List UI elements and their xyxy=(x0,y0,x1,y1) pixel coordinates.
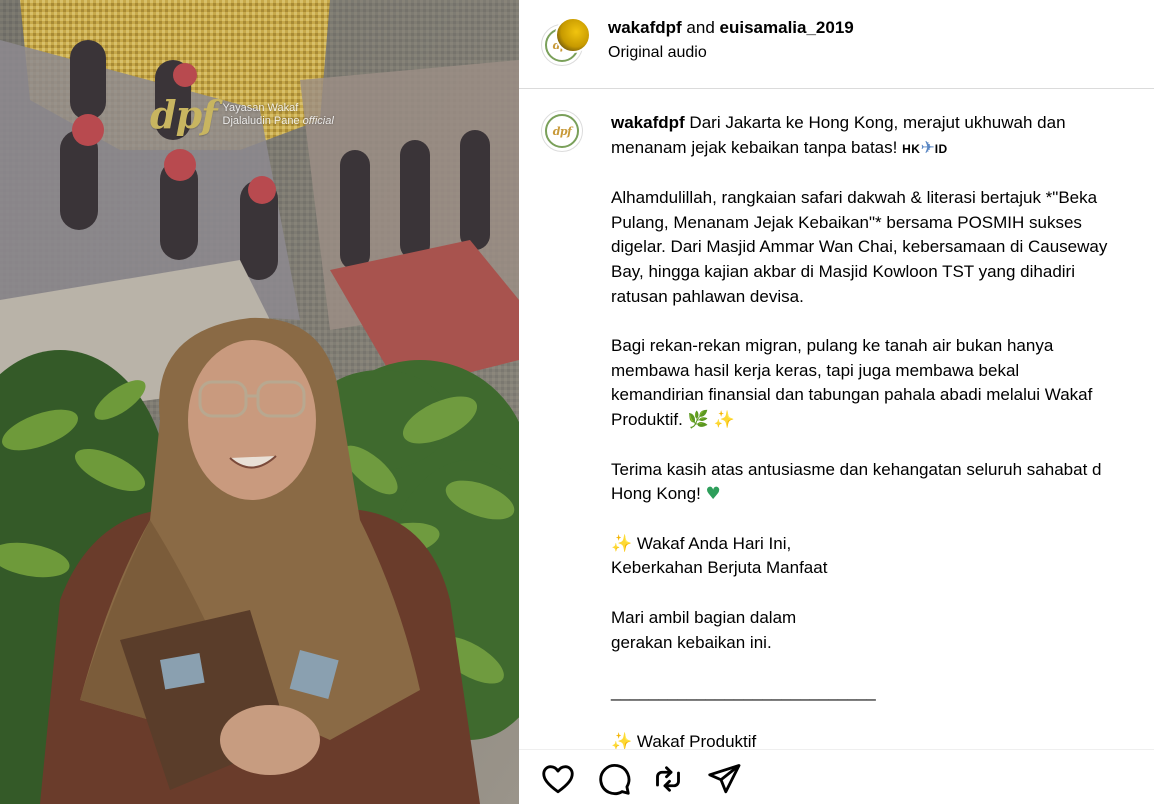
like-button[interactable] xyxy=(540,761,576,797)
caption-line: ratusan pahlawan devisa. xyxy=(611,286,804,306)
original-audio-link[interactable]: Original audio xyxy=(608,43,707,63)
caption-paragraph-3: Bagi rekan-rekan migran, pulang ke tanah… xyxy=(611,334,1154,432)
post-header: dpf wakafdpf and euisamalia_2019 Origina… xyxy=(519,0,1154,89)
sparkles-icon: ✨ xyxy=(611,731,633,749)
caption-paragraph-2: Alhamdulillah, rangkaian safari dakwah &… xyxy=(611,186,1154,309)
caption-line: Wakaf Produktif xyxy=(636,731,757,749)
caption-line: Pulang, Menanam Jejak Kebaikan"* bersama… xyxy=(611,212,1082,232)
avatar-logo: dpf xyxy=(552,124,572,138)
collaborator-avatar[interactable] xyxy=(555,17,591,53)
post-authors: wakafdpf and euisamalia_2019 xyxy=(608,17,854,39)
caption-text: wakafdpf Dari Jakarta ke Hong Kong, mera… xyxy=(611,111,1154,749)
repost-icon xyxy=(656,766,680,792)
caption-line: Wakaf Anda Hari Ini, xyxy=(636,533,792,553)
caption-paragraph-5: ✨ Wakaf Anda Hari Ini, Keberkahan Berjut… xyxy=(611,532,1154,581)
caption-divider: ____________________________ xyxy=(611,680,1154,705)
flag-id: ID xyxy=(934,141,948,156)
share-icon xyxy=(708,764,741,794)
heart-icon xyxy=(542,765,574,794)
caption-line: Alhamdulillah, rangkaian safari dakwah &… xyxy=(611,188,1098,208)
authors-conjunction: and xyxy=(686,18,715,37)
comment-button[interactable] xyxy=(596,761,632,797)
flag-hk: HK xyxy=(902,141,921,156)
caption-paragraph-4: Terima kasih atas antusiasme dan kehanga… xyxy=(611,458,1154,507)
caption-line: Hong Kong! xyxy=(611,484,701,504)
video-watermark: dpf Yayasan Wakaf Djalaludin Pane offici… xyxy=(150,96,334,134)
caption-line: kemandirian finansial dan tabungan pahal… xyxy=(611,385,1093,405)
post-panel: dpf wakafdpf and euisamalia_2019 Origina… xyxy=(519,0,1154,805)
share-button[interactable] xyxy=(706,761,742,797)
watermark-logo: dpf xyxy=(150,92,217,137)
post-actions xyxy=(519,749,1154,805)
caption-line: Keberkahan Berjuta Manfaat xyxy=(611,558,828,578)
author-username[interactable]: wakafdpf xyxy=(608,18,682,37)
caption-line: Bagi rekan-rekan migran, pulang ke tanah… xyxy=(611,336,1054,356)
caption-author-avatar[interactable]: dpf xyxy=(541,110,585,154)
caption-intro-line1: Dari Jakarta ke Hong Kong, merajut ukhuw… xyxy=(689,113,1066,132)
caption-paragraph-7: ✨ Wakaf Produktif xyxy=(611,730,1154,749)
caption-line: digelar. Dari Masjid Ammar Wan Chai, keb… xyxy=(611,237,1108,257)
comment-icon xyxy=(599,764,631,795)
watermark-line-2: Djalaludin Pane official xyxy=(222,115,334,127)
caption-intro: wakafdpf Dari Jakarta ke Hong Kong, mera… xyxy=(611,111,1154,161)
post-video[interactable]: dpf Yayasan Wakaf Djalaludin Pane offici… xyxy=(0,0,519,804)
divider-line: ____________________________ xyxy=(611,682,876,702)
sparkles-icon: ✨ xyxy=(713,409,735,430)
caption-paragraph-6: Mari ambil bagian dalam gerakan kebaikan… xyxy=(611,606,1154,655)
green-heart-icon: ♥ xyxy=(705,484,721,505)
repost-button[interactable] xyxy=(650,761,686,797)
caption-area[interactable]: dpf wakafdpf Dari Jakarta ke Hong Kong, … xyxy=(519,89,1154,749)
watermark-line-1: Yayasan Wakaf xyxy=(222,102,299,114)
herb-icon: 🌿 xyxy=(687,409,709,430)
caption-line: gerakan kebaikan ini. xyxy=(611,632,772,652)
caption-intro-line2: menanam jejak kebaikan tanpa batas! xyxy=(611,137,898,157)
caption-line: Mari ambil bagian dalam xyxy=(611,607,797,627)
sparkles-icon: ✨ xyxy=(611,533,633,554)
caption-line: membawa hasil kerja keras, tapi juga mem… xyxy=(611,360,1020,380)
caption-line: Terima kasih atas antusiasme dan kehanga… xyxy=(611,459,1102,479)
collaborator-username[interactable]: euisamalia_2019 xyxy=(720,18,854,37)
airplane-icon: ✈ xyxy=(920,137,935,158)
caption-line: Produktif. xyxy=(611,409,683,429)
caption-author-username[interactable]: wakafdpf xyxy=(611,113,685,132)
caption-line: Bay, hingga kajian akbar di Masjid Kowlo… xyxy=(611,261,1075,281)
